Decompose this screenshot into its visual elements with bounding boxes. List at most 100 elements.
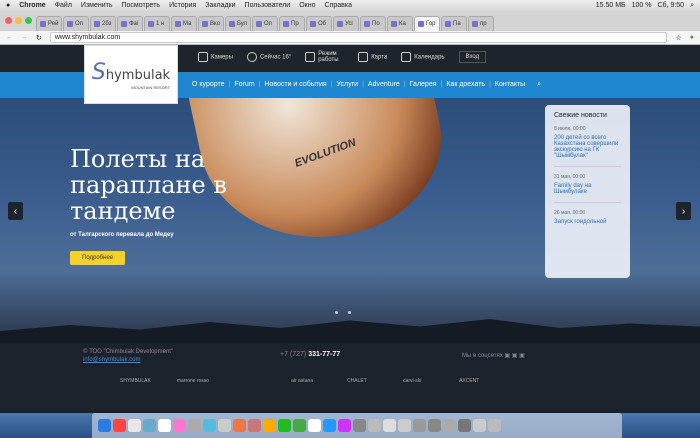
browser-tab[interactable]: Ка bbox=[387, 16, 413, 31]
dock-app-icon[interactable] bbox=[368, 419, 381, 432]
menu-file[interactable]: Файл bbox=[55, 2, 72, 9]
partner-logo[interactable]: air astana bbox=[291, 378, 321, 384]
dock-app-icon[interactable] bbox=[398, 419, 411, 432]
dock-app-icon[interactable] bbox=[443, 419, 456, 432]
news-link[interactable]: 200 детей со всего Казахстана совершили … bbox=[554, 135, 621, 167]
browser-tab[interactable]: 1 н bbox=[144, 16, 170, 31]
dock-app-icon[interactable] bbox=[278, 419, 291, 432]
browser-tab[interactable]: По bbox=[360, 16, 386, 31]
more-button[interactable]: Подробнее bbox=[70, 251, 126, 265]
browser-tab[interactable]: Рей bbox=[36, 16, 62, 31]
nav-item[interactable]: Forum bbox=[234, 81, 254, 89]
site-search-icon[interactable]: ⌕ bbox=[537, 81, 541, 89]
browser-tab[interactable]: Ма bbox=[171, 16, 197, 31]
news-link[interactable]: Запуск гондольной bbox=[554, 219, 621, 232]
map-link[interactable]: Карта bbox=[358, 52, 387, 62]
dock-app-icon[interactable] bbox=[248, 419, 261, 432]
company-link[interactable]: © ТОО "Chimbulak Development" bbox=[83, 349, 173, 355]
nav-item[interactable]: Контакты bbox=[495, 81, 525, 89]
menu-edit[interactable]: Изменить bbox=[81, 2, 113, 9]
apple-icon[interactable]: ● bbox=[6, 2, 10, 9]
news-link[interactable]: Family day на Шымбулаке bbox=[554, 183, 621, 203]
back-icon[interactable]: ← bbox=[6, 34, 13, 41]
menu-history[interactable]: История bbox=[169, 2, 196, 9]
dock-app-icon[interactable] bbox=[308, 419, 321, 432]
dock-app-icon[interactable] bbox=[158, 419, 171, 432]
window-controls[interactable] bbox=[5, 17, 32, 24]
weather-link[interactable]: Сейчас 16° bbox=[246, 52, 291, 62]
reload-icon[interactable]: ↻ bbox=[36, 34, 42, 42]
browser-tab[interactable]: Об bbox=[306, 16, 332, 31]
dock-app-icon[interactable] bbox=[488, 419, 501, 432]
dock-app-icon[interactable] bbox=[203, 419, 216, 432]
nav-item[interactable]: Услуги bbox=[337, 81, 359, 89]
partner-logo[interactable]: carvi-ski bbox=[403, 378, 433, 384]
browser-tab[interactable]: Фаі bbox=[117, 16, 143, 31]
dock-app-icon[interactable] bbox=[413, 419, 426, 432]
menu-bookmarks[interactable]: Закладки bbox=[205, 2, 235, 9]
dock-app-icon[interactable] bbox=[233, 419, 246, 432]
bookmark-star-icon[interactable]: ☆ bbox=[675, 34, 681, 42]
browser-tab[interactable]: Гор bbox=[414, 16, 440, 31]
dock-app-icon[interactable] bbox=[98, 419, 111, 432]
dock-app-icon[interactable] bbox=[338, 419, 351, 432]
partner-logo[interactable] bbox=[235, 378, 265, 384]
email-link[interactable]: info@shymbulak.com bbox=[83, 357, 140, 363]
menu-window[interactable]: Окно bbox=[299, 2, 315, 9]
menu-view[interactable]: Посмотреть bbox=[121, 2, 160, 9]
dock-app-icon[interactable] bbox=[173, 419, 186, 432]
url-input[interactable]: www.shymbulak.com bbox=[49, 32, 668, 43]
browser-tab[interactable]: Пр bbox=[279, 16, 305, 31]
next-slide-button[interactable]: › bbox=[676, 202, 691, 220]
facebook-icon[interactable]: ▣ bbox=[512, 353, 518, 359]
instagram-icon[interactable]: ▣ bbox=[504, 353, 510, 359]
browser-tab[interactable]: Оп bbox=[252, 16, 278, 31]
dock-app-icon[interactable] bbox=[458, 419, 471, 432]
dock-app-icon[interactable] bbox=[293, 419, 306, 432]
browser-tab[interactable]: Бул bbox=[225, 16, 251, 31]
partner-logo[interactable]: SHYMBULAK bbox=[120, 378, 151, 384]
cameras-link[interactable]: Камеры bbox=[198, 52, 233, 62]
dock-app-icon[interactable] bbox=[128, 419, 141, 432]
clock[interactable]: Сб, 9:50 bbox=[658, 2, 685, 10]
nav-item[interactable]: Как доехать bbox=[446, 81, 485, 89]
social-label: Мы в соцсетях bbox=[462, 353, 503, 359]
nav-item[interactable]: О курорте bbox=[192, 81, 225, 89]
extension-icon[interactable]: ● bbox=[690, 34, 694, 41]
dock-app-icon[interactable] bbox=[188, 419, 201, 432]
dock-app-icon[interactable] bbox=[113, 419, 126, 432]
dock-app-icon[interactable] bbox=[383, 419, 396, 432]
menu-app[interactable]: Chrome bbox=[19, 2, 45, 9]
partner-logo[interactable]: marrone rosso bbox=[177, 378, 209, 384]
dock-app-icon[interactable] bbox=[143, 419, 156, 432]
forward-icon[interactable]: → bbox=[21, 34, 28, 41]
phone: +7 (727) 331-77-77 bbox=[280, 351, 340, 358]
menu-help[interactable]: Справка bbox=[325, 2, 352, 9]
calendar-link[interactable]: Календарь bbox=[401, 52, 445, 62]
browser-tab[interactable]: 2бз bbox=[90, 16, 116, 31]
browser-tab[interactable]: Усі bbox=[333, 16, 359, 31]
browser-tab[interactable]: Оп bbox=[63, 16, 89, 31]
dock-app-icon[interactable] bbox=[473, 419, 486, 432]
dock-app-icon[interactable] bbox=[353, 419, 366, 432]
menu-users[interactable]: Пользователи bbox=[245, 2, 291, 9]
shymbulak-logo[interactable]: Shymbulak MOUNTAIN RESORT bbox=[84, 45, 178, 104]
browser-tab[interactable]: пр bbox=[468, 16, 494, 31]
nav-item[interactable]: Галерея bbox=[410, 81, 437, 89]
dock-app-icon[interactable] bbox=[323, 419, 336, 432]
slider-dots[interactable] bbox=[335, 311, 351, 314]
partner-logo[interactable]: AXCENT bbox=[459, 378, 489, 384]
nav-item[interactable]: Adventure bbox=[368, 81, 400, 89]
login-button[interactable]: Вход bbox=[458, 51, 487, 63]
browser-tab[interactable]: Вко bbox=[198, 16, 224, 31]
dock-app-icon[interactable] bbox=[263, 419, 276, 432]
dock-app-icon[interactable] bbox=[428, 419, 441, 432]
search-icon[interactable]: ⌕ bbox=[690, 2, 694, 10]
nav-item[interactable]: Новости и события bbox=[264, 81, 326, 89]
dock-app-icon[interactable] bbox=[218, 419, 231, 432]
partner-logo[interactable]: CHALET bbox=[347, 378, 377, 384]
hours-link[interactable]: Режим работы bbox=[305, 51, 344, 63]
browser-tab[interactable]: Па bbox=[441, 16, 467, 31]
prev-slide-button[interactable]: ‹ bbox=[8, 202, 23, 220]
vk-icon[interactable]: ▣ bbox=[519, 353, 525, 359]
